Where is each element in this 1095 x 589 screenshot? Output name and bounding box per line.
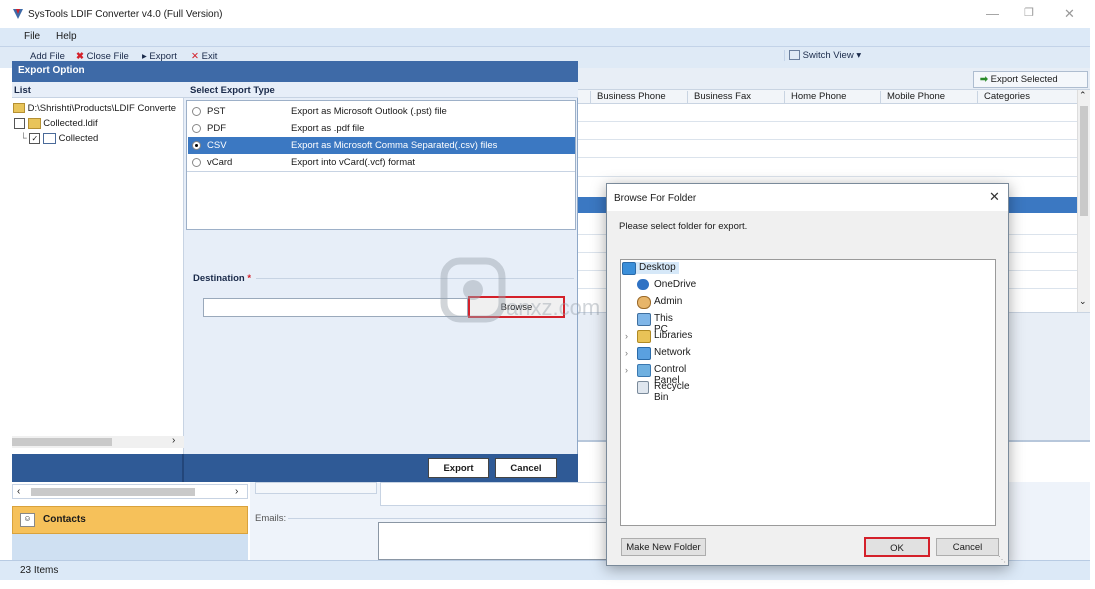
scroll-left-icon[interactable]: ‹ — [17, 486, 20, 497]
contacts-folder-icon — [43, 133, 57, 144]
scroll-right-icon[interactable]: › — [235, 486, 238, 497]
export-type-pst[interactable]: PST Export as Microsoft Outlook (.pst) f… — [188, 103, 575, 120]
switch-view-icon — [789, 50, 800, 61]
browse-for-folder-dialog: Browse For Folder ✕ Please select folder… — [606, 183, 1009, 566]
detail-dropdown[interactable] — [255, 482, 377, 494]
export-type-list: PST Export as Microsoft Outlook (.pst) f… — [186, 100, 576, 230]
window-title: SysTools LDIF Converter v4.0 (Full Versi… — [28, 9, 223, 20]
column-business-fax[interactable]: Business Fax — [687, 91, 751, 104]
grid-row[interactable] — [578, 157, 1077, 158]
file-list-pane: D:\Shrishti\Products\LDIF Converte Colle… — [12, 98, 184, 454]
tree-folder-item[interactable]: └ ✓ Collected — [20, 133, 98, 144]
switch-view-button[interactable]: Switch View ▾ — [784, 50, 861, 61]
select-export-type-header: Select Export Type — [190, 85, 275, 96]
left-nav-footer — [12, 534, 248, 560]
browse-dialog-titlebar: Browse For Folder ✕ — [607, 184, 1008, 211]
maximize-button[interactable]: ❐ — [1024, 6, 1034, 19]
watermark-text: anxz.com — [506, 295, 600, 320]
grid-row[interactable] — [578, 139, 1077, 140]
emails-field[interactable] — [378, 522, 608, 560]
divider — [182, 454, 184, 482]
left-horizontal-scrollbar[interactable]: ‹ › — [12, 484, 248, 499]
ldif-file-icon — [27, 118, 41, 129]
column-home-phone[interactable]: Home Phone — [784, 91, 846, 104]
make-new-folder-button[interactable]: Make New Folder — [621, 538, 706, 556]
list-scrollbar[interactable]: › — [12, 435, 184, 448]
app-logo-icon — [13, 9, 23, 19]
expand-chevron-icon[interactable]: › — [625, 348, 628, 358]
browse-dialog-title: Browse For Folder — [614, 193, 697, 204]
export-selected-button[interactable]: ➡ Export Selected — [973, 71, 1088, 88]
browse-prompt: Please select folder for export. — [619, 221, 748, 232]
column-business-phone[interactable]: Business Phone — [590, 91, 666, 104]
scroll-down-icon[interactable]: ⌄ — [1079, 296, 1087, 307]
control-panel-icon — [637, 364, 651, 377]
column-mobile-phone[interactable]: Mobile Phone — [880, 91, 945, 104]
checked-checkbox[interactable]: ✓ — [29, 133, 41, 144]
recycle-bin-icon — [637, 381, 649, 394]
export-type-pdf[interactable]: PDF Export as .pdf file — [188, 120, 575, 137]
expand-chevron-icon[interactable]: › — [625, 331, 628, 341]
destination-input[interactable] — [203, 298, 468, 317]
grid-scroll-thumb[interactable] — [1080, 106, 1088, 216]
cloud-icon — [637, 279, 649, 290]
resize-grip-icon[interactable]: ⋱ — [998, 555, 1006, 564]
expand-chevron-icon[interactable]: › — [625, 365, 628, 375]
scroll-thumb[interactable] — [31, 488, 195, 496]
radio-button[interactable] — [192, 107, 201, 116]
detail-field[interactable] — [380, 482, 610, 506]
tree-file-item[interactable]: Collected.ldif — [14, 118, 98, 129]
destination-label: Destination * — [193, 273, 252, 284]
library-icon — [637, 330, 651, 343]
grid-scrollbar[interactable]: ⌃ ⌄ — [1077, 90, 1090, 312]
computer-icon — [637, 313, 651, 326]
radio-button[interactable] — [192, 158, 201, 167]
scroll-right-icon[interactable]: › — [172, 435, 175, 446]
grid-row[interactable] — [578, 176, 1077, 177]
cancel-button[interactable]: Cancel — [936, 538, 999, 556]
list-scroll-thumb[interactable] — [12, 438, 112, 446]
close-window-button[interactable]: ✕ — [1064, 6, 1075, 22]
list-header: List — [14, 85, 31, 96]
tree-root[interactable]: D:\Shrishti\Products\LDIF Converte — [13, 103, 176, 114]
radio-button-selected[interactable] — [192, 141, 201, 150]
export-cancel-button[interactable]: Cancel — [495, 458, 557, 478]
column-categories[interactable]: Categories — [977, 91, 1030, 104]
network-icon — [637, 347, 651, 360]
scroll-up-icon[interactable]: ⌃ — [1079, 90, 1087, 101]
close-icon[interactable]: ✕ — [989, 189, 1000, 205]
title-bar: SysTools LDIF Converter v4.0 (Full Versi… — [0, 0, 1095, 30]
watermark-logo: anxz.com — [440, 257, 600, 323]
grid-row[interactable] — [578, 121, 1077, 122]
menu-file[interactable]: File — [24, 31, 40, 42]
item-count: 23 Items — [20, 565, 59, 576]
ok-button[interactable]: OK — [864, 537, 930, 557]
minimize-button[interactable]: — — [986, 6, 999, 21]
grid-column-headers: Business Phone Business Fax Home Phone M… — [578, 90, 1077, 104]
menu-bar: File Help — [0, 28, 1090, 46]
menu-help[interactable]: Help — [56, 31, 77, 42]
user-icon — [637, 296, 651, 309]
desktop-icon — [622, 262, 636, 275]
divider — [288, 518, 608, 519]
checkbox[interactable] — [14, 118, 25, 129]
contacts-label: Contacts — [43, 514, 86, 525]
export-type-vcard[interactable]: vCard Export into vCard(.vcf) format — [188, 154, 575, 171]
emails-label: Emails: — [255, 513, 287, 524]
folder-item-desktop[interactable]: Desktop — [621, 261, 705, 276]
export-confirm-button[interactable]: Export — [428, 458, 489, 478]
export-dialog-footer: Export Cancel — [12, 454, 578, 482]
export-type-csv[interactable]: CSV Export as Microsoft Comma Separated(… — [188, 137, 575, 154]
folder-tree: Desktop OneDrive Admin This PC › Librari… — [620, 259, 996, 526]
radio-button[interactable] — [192, 124, 201, 133]
contacts-icon: ☺ — [20, 513, 35, 527]
folder-open-icon — [13, 103, 25, 114]
export-arrow-icon: ➡ — [980, 74, 988, 85]
grid-toolbar: ➡ Export Selected — [578, 68, 1090, 90]
export-dialog-title: Export Option — [12, 61, 578, 82]
contacts-nav-item[interactable]: ☺ Contacts — [12, 506, 248, 534]
divider — [187, 171, 575, 172]
dialog-section-header: List Select Export Type — [12, 82, 578, 98]
